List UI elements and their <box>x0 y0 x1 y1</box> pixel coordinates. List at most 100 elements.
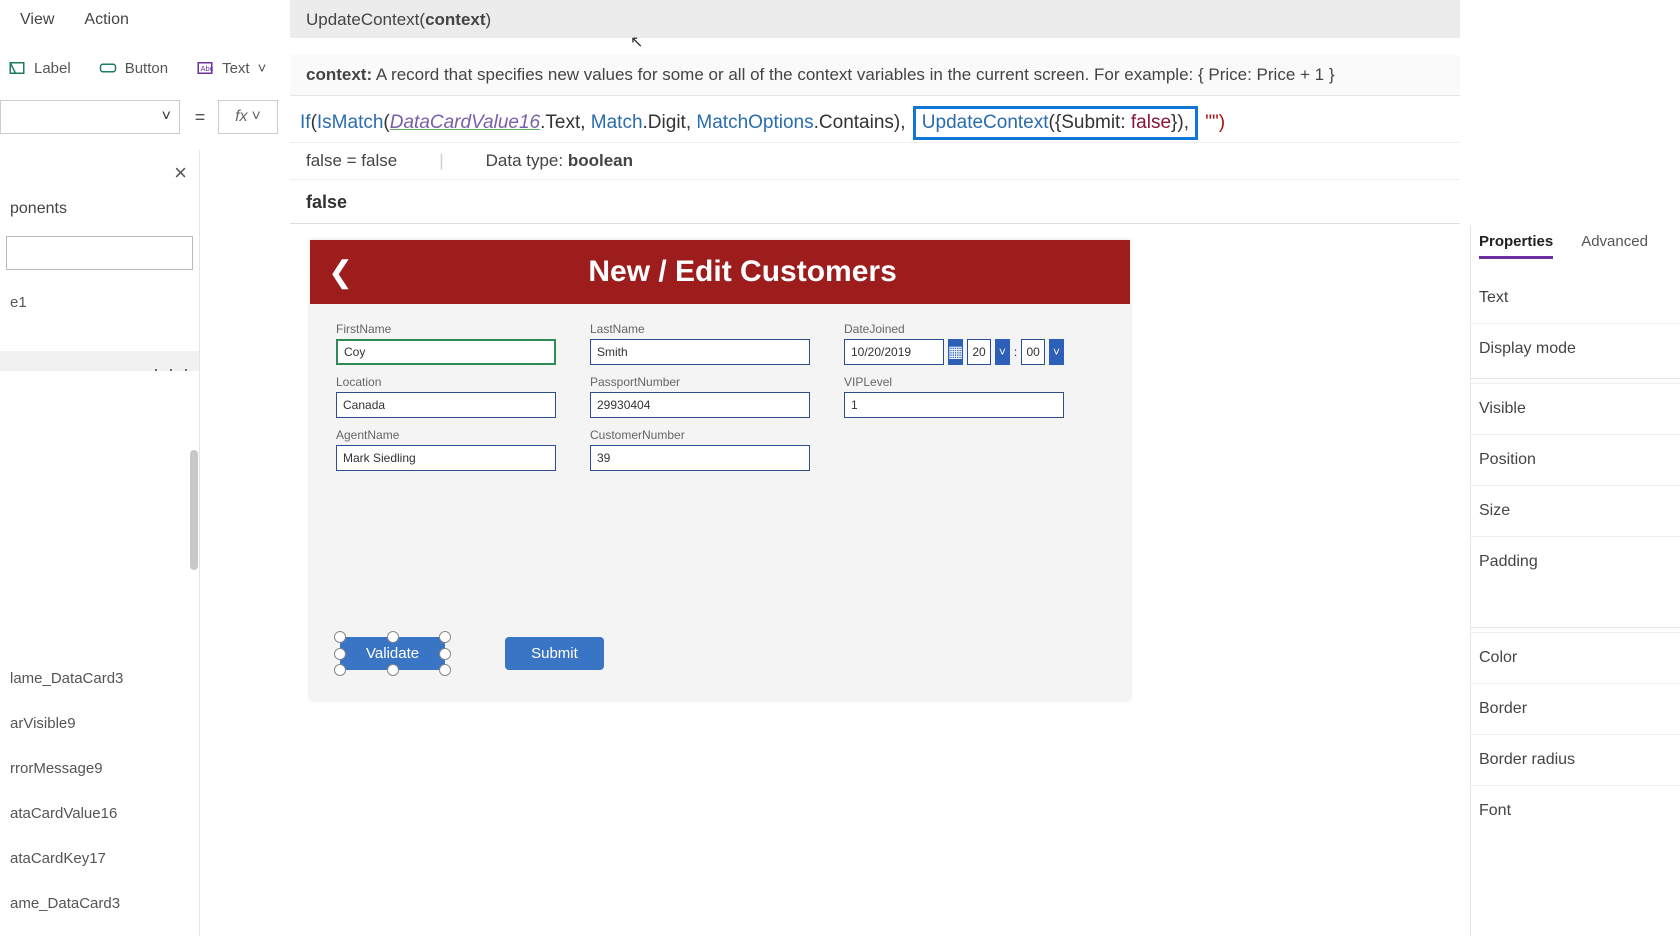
selection-handle[interactable] <box>387 664 399 676</box>
field-vip: VIPLevel <box>844 375 1064 418</box>
formula-bar[interactable]: If(IsMatch(DataCardValue16.Text, Match.D… <box>290 100 1680 146</box>
tree-view-pane: × ponents e1 · · · lame_DataCard3 arVisi… <box>0 150 200 936</box>
token-tail: "") <box>1200 112 1225 134</box>
scrollbar-thumb[interactable] <box>190 450 198 570</box>
token-digit: .Digit, <box>643 112 697 134</box>
hour-select[interactable]: 20 <box>967 339 991 365</box>
selection-handle[interactable] <box>439 631 451 643</box>
property-selector[interactable]: ˅ <box>0 100 180 134</box>
location-label: Location <box>336 375 556 389</box>
field-datejoined: DateJoined ▦ 20 ˅ : 00 ˅ <box>844 322 1064 365</box>
location-input[interactable] <box>336 392 556 418</box>
agent-input[interactable] <box>336 445 556 471</box>
passport-input[interactable] <box>590 392 810 418</box>
insert-label-text: Label <box>34 60 71 77</box>
tree-node[interactable]: ame_DataCard3 <box>0 881 200 926</box>
prop-font[interactable]: Font <box>1471 785 1680 836</box>
help-param-name: context: <box>306 65 372 84</box>
field-location: Location <box>336 375 556 418</box>
selection-handle[interactable] <box>387 631 399 643</box>
app-menu-bar: View Action <box>0 0 129 40</box>
prop-size[interactable]: Size <box>1471 485 1680 536</box>
tree-node[interactable]: arVisible9 <box>0 701 200 746</box>
prop-text[interactable]: Text <box>1471 259 1680 323</box>
equals-sign: = <box>188 100 212 134</box>
tree-search-input[interactable] <box>6 236 193 270</box>
datejoined-input[interactable] <box>844 339 944 365</box>
insert-label[interactable]: Label <box>8 59 71 77</box>
prop-color[interactable]: Color <box>1471 632 1680 683</box>
selection-handle[interactable] <box>334 664 346 676</box>
app-canvas: ❮ New / Edit Customers FirstName LastNam… <box>310 240 1130 700</box>
selection-handle[interactable] <box>334 648 346 660</box>
tree-node[interactable]: ataCardKey17 <box>0 836 200 881</box>
tree-node[interactable]: ataCardValue16 <box>0 791 200 836</box>
tree-node[interactable]: lame_DataCard3 <box>0 656 200 701</box>
token-match: Match <box>591 112 643 134</box>
menu-action[interactable]: Action <box>84 11 128 29</box>
chevron-down-icon: ˅ <box>258 60 267 77</box>
calendar-icon[interactable]: ▦ <box>948 339 963 365</box>
prop-visible[interactable]: Visible <box>1471 383 1680 434</box>
lastname-label: LastName <box>590 322 810 336</box>
selection-handle[interactable] <box>334 631 346 643</box>
text-icon: Abc <box>196 59 214 77</box>
custnum-input[interactable] <box>590 445 810 471</box>
insert-button[interactable]: Button <box>99 59 168 77</box>
fx-button[interactable]: fx˅ <box>218 100 278 134</box>
submit-button[interactable]: Submit <box>505 637 604 670</box>
prop-position[interactable]: Position <box>1471 434 1680 485</box>
tab-advanced[interactable]: Advanced <box>1581 233 1648 259</box>
formula-eval-row: false = false | Data type: boolean <box>290 142 1460 180</box>
prop-border-radius[interactable]: Border radius <box>1471 734 1680 785</box>
eval-result: false = false <box>306 151 397 171</box>
more-icon[interactable]: · · · <box>153 359 191 371</box>
chevron-down-icon: ˅ <box>162 108 171 126</box>
lastname-input[interactable] <box>590 339 810 365</box>
properties-pane: Properties Advanced Text Display mode Vi… <box>1470 225 1680 936</box>
field-passport: PassportNumber <box>590 375 810 418</box>
label-icon <box>8 59 26 77</box>
form-title: New / Edit Customers <box>373 255 1112 289</box>
tree-lower-section: lame_DataCard3 arVisible9 rrorMessage9 a… <box>0 656 200 936</box>
firstname-input[interactable] <box>336 339 556 365</box>
token-record-close: }), <box>1171 112 1189 133</box>
button-icon <box>99 59 117 77</box>
field-lastname: LastName <box>590 322 810 365</box>
token-datacardvalue: DataCardValue16 <box>390 112 540 134</box>
close-icon[interactable]: × <box>174 160 187 186</box>
field-custnum: CustomerNumber <box>590 428 810 471</box>
prop-border[interactable]: Border <box>1471 683 1680 734</box>
help-param-desc: A record that specifies new values for s… <box>372 65 1334 84</box>
field-firstname: FirstName <box>336 322 556 365</box>
menu-view[interactable]: View <box>20 11 54 29</box>
back-icon[interactable]: ❮ <box>328 255 353 290</box>
properties-tabs: Properties Advanced <box>1471 225 1680 259</box>
validate-button-label: Validate <box>366 645 419 662</box>
prop-padding[interactable]: Padding <box>1471 536 1680 587</box>
insert-text[interactable]: Abc Text ˅ <box>196 59 266 77</box>
vip-label: VIPLevel <box>844 375 1064 389</box>
form-header: ❮ New / Edit Customers <box>310 240 1130 304</box>
chevron-down-icon[interactable]: ˅ <box>1049 339 1064 365</box>
passport-label: PassportNumber <box>590 375 810 389</box>
tree-tab-components[interactable]: ponents <box>0 156 199 226</box>
tab-properties[interactable]: Properties <box>1479 233 1553 259</box>
tree-node[interactable]: e1 <box>0 284 199 321</box>
tree-node[interactable]: rrorMessage9 <box>0 746 200 791</box>
token-updatecontext: UpdateContext <box>922 112 1049 133</box>
validate-button[interactable]: Validate <box>340 637 445 670</box>
chevron-down-icon[interactable]: ˅ <box>995 339 1010 365</box>
canvas-buttons: Validate Submit <box>340 637 604 670</box>
datatype-label: Data type: <box>486 151 568 170</box>
minute-select[interactable]: 00 <box>1021 339 1045 365</box>
intellisense-signature: UpdateContext(context) <box>290 0 1460 38</box>
token-if: If <box>300 112 311 134</box>
vip-input[interactable] <box>844 392 1064 418</box>
prop-display-mode[interactable]: Display mode <box>1471 323 1680 374</box>
selection-handle[interactable] <box>439 648 451 660</box>
tree-node-selected[interactable]: · · · <box>0 351 199 371</box>
token-record-open: ({Submit: <box>1049 112 1131 133</box>
svg-text:Abc: Abc <box>201 64 214 73</box>
selection-handle[interactable] <box>439 664 451 676</box>
